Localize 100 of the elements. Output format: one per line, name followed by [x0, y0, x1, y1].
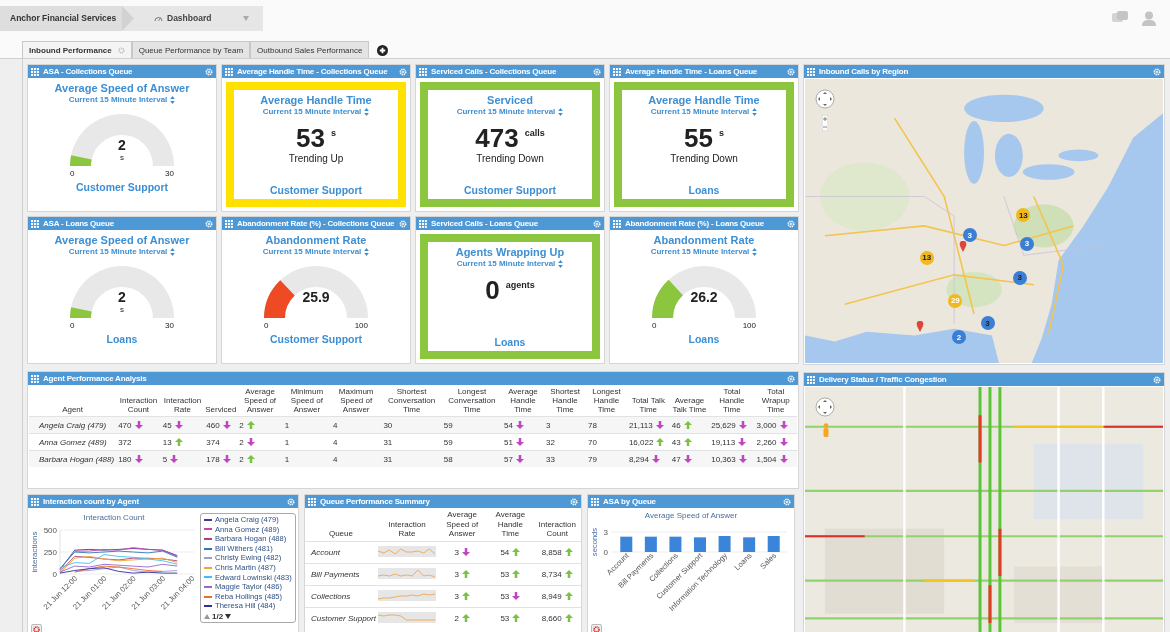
- breadcrumb-link[interactable]: Anchor Financial Services: [0, 5, 122, 31]
- sort-icon[interactable]: [558, 259, 564, 268]
- column-header: Shortest Conversation Time: [381, 386, 442, 417]
- map-pin-icon[interactable]: [959, 241, 966, 253]
- grid-icon[interactable]: [419, 67, 427, 76]
- chart-title: Interaction Count: [82, 513, 146, 522]
- pan-control-icon[interactable]: [815, 397, 835, 417]
- grid-icon[interactable]: [807, 67, 815, 76]
- tile-footer: Customer Support: [463, 184, 557, 196]
- column-header: Minimum Speed of Answer: [282, 386, 331, 417]
- sort-icon[interactable]: [364, 107, 370, 116]
- metric-unit: s: [718, 128, 724, 138]
- chat-icon[interactable]: [1112, 11, 1128, 25]
- grid-icon[interactable]: [308, 497, 316, 506]
- grid-icon[interactable]: [807, 375, 815, 384]
- table-cell: 8,858: [541, 547, 562, 557]
- metric-unit: agents: [505, 280, 535, 290]
- table-cell: 45: [162, 420, 172, 430]
- zoom-control-icon[interactable]: [822, 115, 828, 131]
- sort-icon[interactable]: [170, 95, 176, 104]
- table-cell: 4: [332, 454, 338, 464]
- metric-unit: calls: [524, 128, 545, 138]
- figure-icon[interactable]: [822, 423, 830, 437]
- grid-icon[interactable]: [419, 219, 427, 228]
- table-cell: 31: [383, 454, 393, 464]
- grid-icon[interactable]: [31, 497, 39, 506]
- sort-icon[interactable]: [364, 247, 370, 256]
- table-cell: 53: [500, 613, 510, 623]
- table-cell: 3: [545, 420, 551, 430]
- column-header: Interaction Rate: [376, 509, 438, 541]
- sort-icon[interactable]: [558, 107, 564, 116]
- chart-bar: [718, 536, 731, 552]
- caret-icon[interactable]: [243, 15, 249, 21]
- column-header: Queue: [305, 509, 377, 541]
- table-cell: 21,113: [628, 420, 653, 430]
- tile-footer: Loans: [688, 184, 720, 196]
- user-icon[interactable]: [1142, 10, 1156, 26]
- grid-icon[interactable]: [31, 67, 39, 76]
- metric-unit: s: [330, 128, 336, 138]
- grid-icon[interactable]: [31, 219, 39, 228]
- legend-swatch: [204, 595, 212, 598]
- table-cell: 57: [504, 454, 513, 464]
- chart-bar: [767, 536, 780, 552]
- panel-title: Abandonment Rate (%) - Collections Queue: [237, 219, 395, 228]
- arrow-up-icon: [246, 455, 255, 463]
- tab[interactable]: Queue Performance by Team: [131, 41, 251, 58]
- column-header: Agent: [29, 386, 117, 417]
- map-pin-icon[interactable]: [916, 320, 924, 332]
- grid-icon[interactable]: [591, 497, 599, 506]
- page-down-icon[interactable]: [225, 613, 232, 619]
- arrow-down-icon: [461, 548, 470, 556]
- interval-label: Current 15 Minute Interval: [68, 247, 168, 256]
- grid-icon[interactable]: [613, 219, 621, 228]
- table-cell: 4: [332, 437, 338, 447]
- sort-icon[interactable]: [752, 247, 758, 256]
- sort-icon[interactable]: [752, 107, 758, 116]
- page-up-icon[interactable]: [204, 613, 210, 619]
- grid-icon[interactable]: [225, 219, 233, 228]
- tab[interactable]: Inbound Performance: [22, 41, 132, 58]
- tab[interactable]: Outbound Sales Performance: [250, 41, 370, 58]
- arrow-up-icon: [512, 548, 521, 556]
- metric-value: 53: [296, 125, 325, 151]
- table-cell: 54: [504, 420, 513, 430]
- interval-label: Current 15 Minute Interval: [650, 247, 750, 256]
- grid-icon[interactable]: [225, 67, 233, 76]
- arrow-down-icon: [174, 421, 183, 429]
- tile-title: Average Speed of Answer: [54, 82, 190, 94]
- gear-icon[interactable]: [117, 46, 125, 54]
- table-cell: 3,000: [756, 420, 777, 430]
- gauge-max-label: 30: [165, 169, 174, 178]
- panel-title: Queue Performance Summary: [320, 497, 431, 506]
- add-tab-icon[interactable]: [377, 45, 389, 56]
- sort-icon[interactable]: [170, 247, 176, 256]
- column-header: Total Wrapup Time: [754, 386, 797, 417]
- arrow-down-icon: [655, 421, 664, 429]
- export-button[interactable]: [591, 624, 602, 632]
- gauge-unit: s: [120, 305, 124, 314]
- pan-control-icon[interactable]: [815, 89, 835, 109]
- panel-title: Inbound Calls by Region: [819, 67, 910, 76]
- legend-swatch: [204, 605, 212, 608]
- gauge-value: 2: [118, 138, 126, 152]
- grid-icon[interactable]: [613, 67, 621, 76]
- table-cell: 1: [284, 420, 290, 430]
- chart-bar: [644, 536, 657, 552]
- table-cell: 78: [588, 420, 597, 430]
- gauge-max-label: 100: [354, 321, 368, 330]
- table-cell: 13: [162, 437, 172, 447]
- panel-title: Delivery Status / Traffic Congestion: [819, 375, 948, 384]
- export-button[interactable]: [31, 624, 42, 632]
- arrow-up-icon: [461, 614, 470, 622]
- cog-icon: [593, 626, 600, 632]
- table-cell: 8,294: [628, 454, 649, 464]
- dashboard-selector[interactable]: Dashboard: [167, 13, 212, 23]
- grid-icon[interactable]: [31, 374, 39, 383]
- chart-bar: [743, 537, 756, 552]
- arrow-down-icon: [222, 455, 231, 463]
- sparkline: [378, 611, 436, 623]
- interval-label: Current 15 Minute Interval: [456, 259, 556, 268]
- gauge-value: 26.2: [690, 290, 718, 304]
- table-cell: 5: [162, 454, 168, 464]
